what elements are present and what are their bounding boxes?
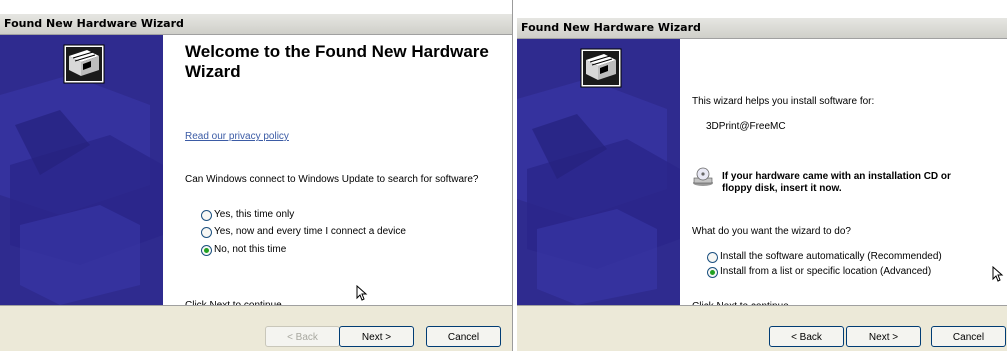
radio-label[interactable]: Yes, now and every time I connect a devi… xyxy=(214,226,406,237)
radio-label[interactable]: Install from a list or specific location… xyxy=(720,266,931,277)
page-heading-line2: Wizard xyxy=(185,62,241,81)
next-button[interactable]: Next > xyxy=(339,326,414,347)
radio-button-selected[interactable] xyxy=(201,245,212,256)
wizard-content: This wizard helps you install software f… xyxy=(680,39,1007,312)
radio-label[interactable]: Install the software automatically (Reco… xyxy=(720,251,942,262)
radio-label[interactable]: No, not this time xyxy=(214,244,286,255)
button-bar: < Back Next > Cancel xyxy=(517,305,1007,351)
wizard-content: Welcome to the Found New Hardware Wizard… xyxy=(163,35,512,311)
cancel-button[interactable]: Cancel xyxy=(426,326,501,347)
wizard-side-panel xyxy=(0,35,163,305)
wizard-window-left: Found New Hardware Wizard Welcome to the… xyxy=(0,0,513,351)
update-question: Can Windows connect to Windows Update to… xyxy=(185,174,479,185)
cancel-button[interactable]: Cancel xyxy=(931,326,1006,347)
radio-button[interactable] xyxy=(201,227,212,238)
mouse-pointer-icon xyxy=(356,285,368,301)
cd-drive-icon xyxy=(693,167,713,186)
radio-button-selected[interactable] xyxy=(707,267,718,278)
back-button[interactable]: < Back xyxy=(769,326,844,347)
page-heading-line1: Welcome to the Found New Hardware xyxy=(185,42,489,61)
wizard-window-right: Found New Hardware Wizard This wizard he… xyxy=(517,0,1007,351)
wizard-side-panel xyxy=(517,39,680,305)
window-title: Found New Hardware Wizard xyxy=(4,17,184,30)
button-bar: < Back Next > Cancel xyxy=(0,305,512,351)
radio-label[interactable]: Yes, this time only xyxy=(214,209,294,220)
intro-text: This wizard helps you install software f… xyxy=(692,96,875,107)
device-name: 3DPrint@FreeMC xyxy=(706,121,786,132)
hardware-wizard-icon xyxy=(580,48,622,88)
privacy-policy-link[interactable]: Read our privacy policy xyxy=(185,131,289,142)
hardware-wizard-icon xyxy=(63,44,105,84)
wizard-question: What do you want the wizard to do? xyxy=(692,226,851,237)
mouse-pointer-icon xyxy=(992,266,1004,282)
cd-notice-line2: floppy disk, insert it now. xyxy=(722,183,842,194)
window-title: Found New Hardware Wizard xyxy=(521,21,701,34)
radio-button[interactable] xyxy=(707,252,718,263)
cd-notice-line1: If your hardware came with an installati… xyxy=(722,171,951,182)
next-button[interactable]: Next > xyxy=(846,326,921,347)
title-bar[interactable]: Found New Hardware Wizard xyxy=(0,14,512,35)
title-bar[interactable]: Found New Hardware Wizard xyxy=(517,18,1007,39)
radio-button[interactable] xyxy=(201,210,212,221)
back-button[interactable]: < Back xyxy=(265,326,340,347)
